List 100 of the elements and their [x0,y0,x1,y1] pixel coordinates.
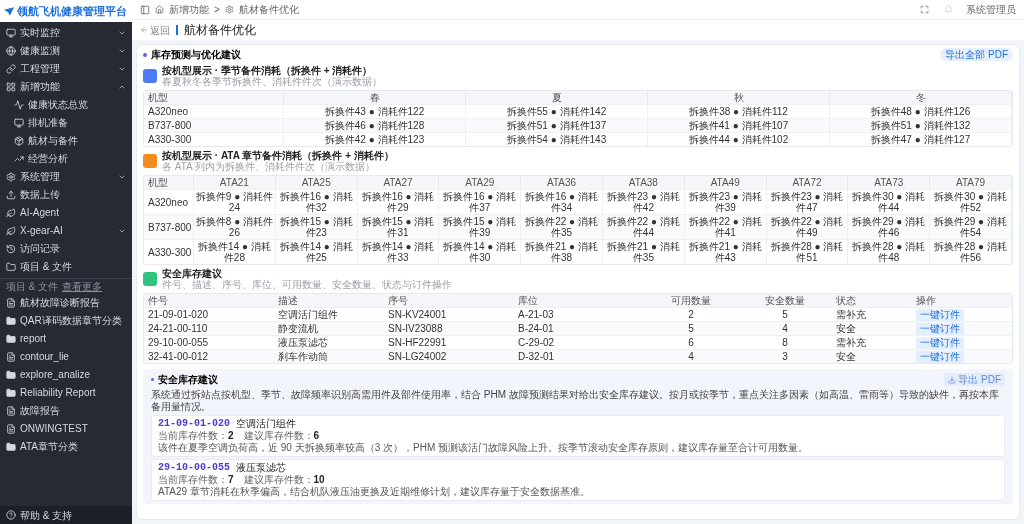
sidebar-item[interactable]: 系统管理 [0,168,132,186]
advice-intro: 系统通过拆站点按机型、季节、故障频率识别高需用件及部件使用率，结合 PHM 故障预测结果对给出安全库存建议。按月或按季节，重点关注多因素（如高温、雷雨等）导致的缺件，再按本库备用量情况。 [151,389,1000,413]
table-cell-text: 32-41-00-012 [147,350,210,363]
part-name: 液压泵滤芯 [236,462,286,474]
folder-icon [6,262,16,272]
table-cell-text: SN-HF22991 [387,336,448,349]
table-cell-text: 8 [781,336,789,349]
bell-icon[interactable] [944,5,953,14]
order-button[interactable]: 一键订件 [916,350,964,363]
folder-icon [6,388,16,398]
sidebar-item[interactable]: X-gear-AI [0,222,132,240]
sidebar-item[interactable]: 新增功能 [0,78,132,96]
advice-note: 该件在夏季空调负荷高，近 90 天拆换频率较高（3 次），PHM 预测该活门故障风险上升。按季节滚动安全库存原则，建议库存量至合计可用数量。 [158,442,810,454]
section-title: 安全库存建议 [162,268,223,279]
table-cell-text: 21-09-01-020 [147,308,210,321]
part-number: 29-10-00-055 [158,462,230,474]
table-cell-text: 5 [781,308,789,321]
table-cell: 拆换件51 ● 消耗件137 [506,119,607,132]
column-header: 状态 [835,294,857,307]
table-cell-text: 拆换件16 ● 消耗件37 [442,190,518,214]
leaf-icon [6,226,16,236]
table-cell-text: 拆换件23 ● 消耗件39 [687,190,763,214]
table-cell-text: 拆换件16 ● 消耗件29 [360,190,436,214]
folder-icon [6,370,16,380]
table-cell-text: 拆换件28 ● 消耗件56 [933,240,1008,264]
download-icon [948,375,957,384]
file-item[interactable]: 故障报告 [0,402,132,420]
table-cell-text: 拆换件29 ● 消耗件54 [933,215,1008,239]
table-cell-text: 拆换件8 ● 消耗件26 [194,215,274,239]
sidebar-item[interactable]: 数据上传 [0,186,132,204]
settings-icon [6,172,16,182]
section-subtitle: 春夏秋冬各季节拆换件、消耗件件次（演示数据） [162,76,382,87]
table-cell-text: SN-LG24002 [387,350,448,363]
table-cell: 拆换件38 ● 消耗件112 [689,105,788,118]
breadcrumb-link[interactable]: 新增功能 [169,2,209,17]
file-item[interactable]: ONWINGTEST [0,420,132,438]
suggested-stock: 建议库存件数：10 [243,474,325,486]
table-cell-text: 拆换件15 ● 消耗件23 [278,215,354,239]
sidebar-toggle-icon[interactable] [140,4,150,15]
table-cell-text: 3 [781,350,789,363]
file-item[interactable]: explore_analize [0,366,132,384]
sidebar-subitem[interactable]: 经营分析 [0,150,132,168]
back-link[interactable]: 返回 [140,22,170,38]
link-icon [6,64,16,74]
user-name[interactable]: 系统管理员 [966,2,1016,17]
table-cell-text: 29-10-00-055 [147,336,210,349]
file-item[interactable]: QAR译码数据章节分类 [0,312,132,330]
sidebar-item[interactable]: AI-Agent [0,204,132,222]
sidebar-item[interactable]: 实时监控 [0,24,132,42]
table-cell-text: 拆换件28 ● 消耗件48 [851,240,927,264]
section-subtitle: 各 ATA 列内为拆换件、消耗件件次（演示数据） [162,161,375,172]
file-item[interactable]: contour_lie [0,348,132,366]
fullscreen-icon[interactable] [920,5,929,14]
sidebar-item[interactable]: 工程管理 [0,60,132,78]
file-item[interactable]: ATA章节分类 [0,438,132,456]
table-cell: A330-300 [148,133,192,146]
table-cell-text: 拆换件30 ● 消耗件52 [933,190,1008,214]
column-header: 件号 [147,294,169,307]
current-stock: 当前库存件数：7 [158,474,234,486]
sidebar-item[interactable]: 访问记录 [0,240,132,258]
sidebar-subitem[interactable]: 排机准备 [0,114,132,132]
card-title: 库存预测与优化建议 [151,48,242,62]
pulse-icon [14,100,24,110]
table-cell-text: D-32-01 [517,350,556,363]
order-button[interactable]: 一键订件 [916,308,964,321]
history-icon [6,244,16,254]
export-all-badge[interactable]: 导出全部 PDF [940,48,1013,61]
sidebar-item[interactable]: 项目 & 文件 [0,258,132,276]
table-cell-text: 拆换件29 ● 消耗件46 [851,215,927,239]
help-item[interactable]: 帮助 & 支持 [0,506,132,524]
column-header: 操作 [915,294,937,307]
table-cell-text: 静变流机 [277,322,319,335]
sidebar-item[interactable]: 健康监测 [0,42,132,60]
order-button[interactable]: 一键订件 [916,322,964,335]
order-button[interactable]: 一键订件 [916,336,964,349]
file-item[interactable]: 航材故障诊断报告 [0,294,132,312]
table-cell-text: 4 [687,350,695,363]
sidebar-subitem[interactable]: 航材与备件 [0,132,132,150]
back-arrow-icon [140,26,148,34]
file-item[interactable]: report [0,330,132,348]
table-cell-text: 拆换件22 ● 消耗件44 [606,215,681,239]
table-cell-text: 拆换件14 ● 消耗件33 [360,240,436,264]
column-header: 序号 [387,294,409,307]
table-cell-text: 拆换件21 ● 消耗件35 [606,240,681,264]
sidebar-subitem[interactable]: 健康状态总览 [0,96,132,114]
table-cell-text: 拆换件28 ● 消耗件51 [769,240,845,264]
file-item[interactable]: Reliability Report [0,384,132,402]
section-subtitle: 件号、描述、序号、库位、可用数量、安全数量、状态与订件操作 [162,279,452,290]
advice-note: ATA29 章节消耗在秋季偏高，结合机队液压油更换及近期维修计划，建议库存量于安全数据基准。 [158,486,591,498]
folder-icon [6,334,16,344]
document-icon [6,406,16,416]
folder-icon [6,316,16,326]
leaf-icon [6,208,16,218]
table-cell-text: 拆换件23 ● 消耗件42 [606,190,681,214]
column-header: 库位 [517,294,539,307]
see-more-link[interactable]: 查看更多 [62,279,103,294]
monitor-icon [6,28,16,38]
table-cell-text: 拆换件30 ● 消耗件44 [851,190,927,214]
box-icon [14,136,24,146]
platform-name: 领航飞机健康管理平台 [17,5,127,17]
